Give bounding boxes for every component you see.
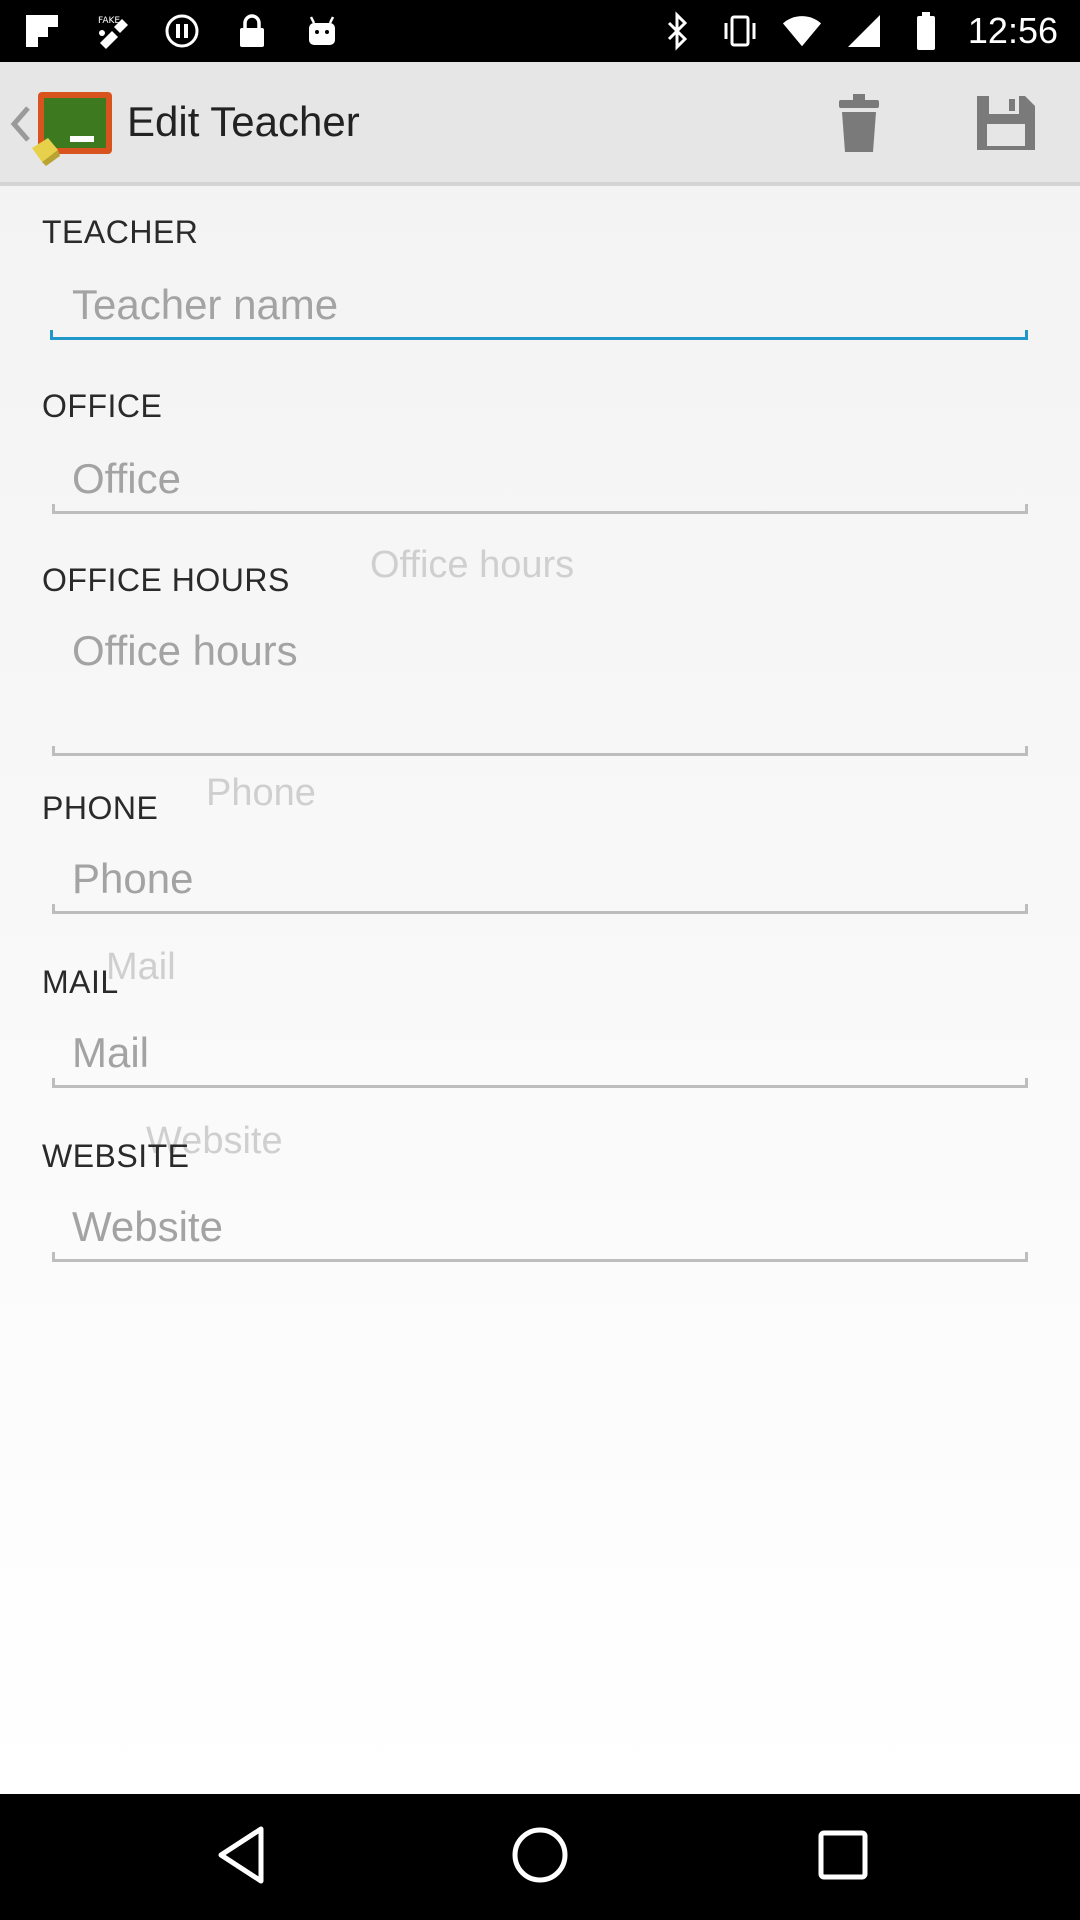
phone-floating-hint: Phone [206, 772, 316, 814]
page-title: Edit Teacher [127, 98, 360, 145]
input-edge [52, 504, 55, 514]
teacher-name-input[interactable] [52, 272, 1028, 340]
status-bar: FAKE 12:56 [0, 0, 1080, 62]
trash-icon [837, 92, 881, 159]
android-icon [302, 11, 342, 51]
chalkboard-logo-icon[interactable] [30, 90, 114, 166]
bluetooth-icon [658, 11, 698, 51]
input-edge [1025, 1078, 1028, 1088]
phone-input[interactable] [52, 846, 1028, 914]
input-edge [50, 330, 53, 340]
wifi-icon [782, 11, 822, 51]
office-hours-textarea[interactable] [52, 618, 1028, 756]
office-input[interactable] [52, 446, 1028, 514]
teacher-form: TEACHER OFFICE Office hours OFFICE HOURS… [0, 186, 1080, 1794]
phone-label: PHONE [42, 790, 159, 826]
input-edge [52, 746, 55, 756]
input-edge [1025, 504, 1028, 514]
app-bar: Edit Teacher [0, 62, 1080, 186]
office-hours-label: OFFICE HOURS [42, 562, 290, 598]
flipboard-icon [22, 11, 62, 51]
website-input[interactable] [52, 1194, 1028, 1262]
teacher-label: TEACHER [42, 214, 199, 250]
input-edge [1025, 1252, 1028, 1262]
delete-button[interactable] [828, 90, 890, 160]
status-notification-icons: FAKE [22, 10, 342, 52]
mail-label: MAIL [42, 964, 119, 1000]
input-edge [1025, 904, 1028, 914]
office-label: OFFICE [42, 388, 163, 424]
nav-home-button[interactable] [505, 1822, 575, 1892]
fake-gps-icon: FAKE [92, 11, 132, 51]
nav-back-button[interactable] [206, 1822, 276, 1892]
input-edge [52, 1078, 55, 1088]
input-edge [52, 904, 55, 914]
website-label: WEBSITE [42, 1138, 190, 1174]
battery-icon [906, 11, 946, 51]
input-edge [1025, 330, 1028, 340]
input-edge [52, 1252, 55, 1262]
sync-icon [162, 11, 202, 51]
status-system-icons: 12:56 [658, 6, 1058, 56]
save-button[interactable] [970, 90, 1042, 160]
vibrate-icon [720, 11, 760, 51]
signal-icon [844, 11, 884, 51]
navigation-bar [0, 1794, 1080, 1920]
mail-input[interactable] [52, 1020, 1028, 1088]
home-circle-icon [510, 1825, 570, 1890]
input-edge [1025, 746, 1028, 756]
office-hours-floating-hint: Office hours [370, 544, 575, 586]
back-triangle-icon [213, 1825, 269, 1890]
lock-icon [232, 11, 272, 51]
nav-recents-button[interactable] [808, 1822, 878, 1892]
save-floppy-icon [975, 94, 1037, 157]
recents-square-icon [815, 1827, 871, 1888]
status-clock: 12:56 [967, 10, 1058, 51]
